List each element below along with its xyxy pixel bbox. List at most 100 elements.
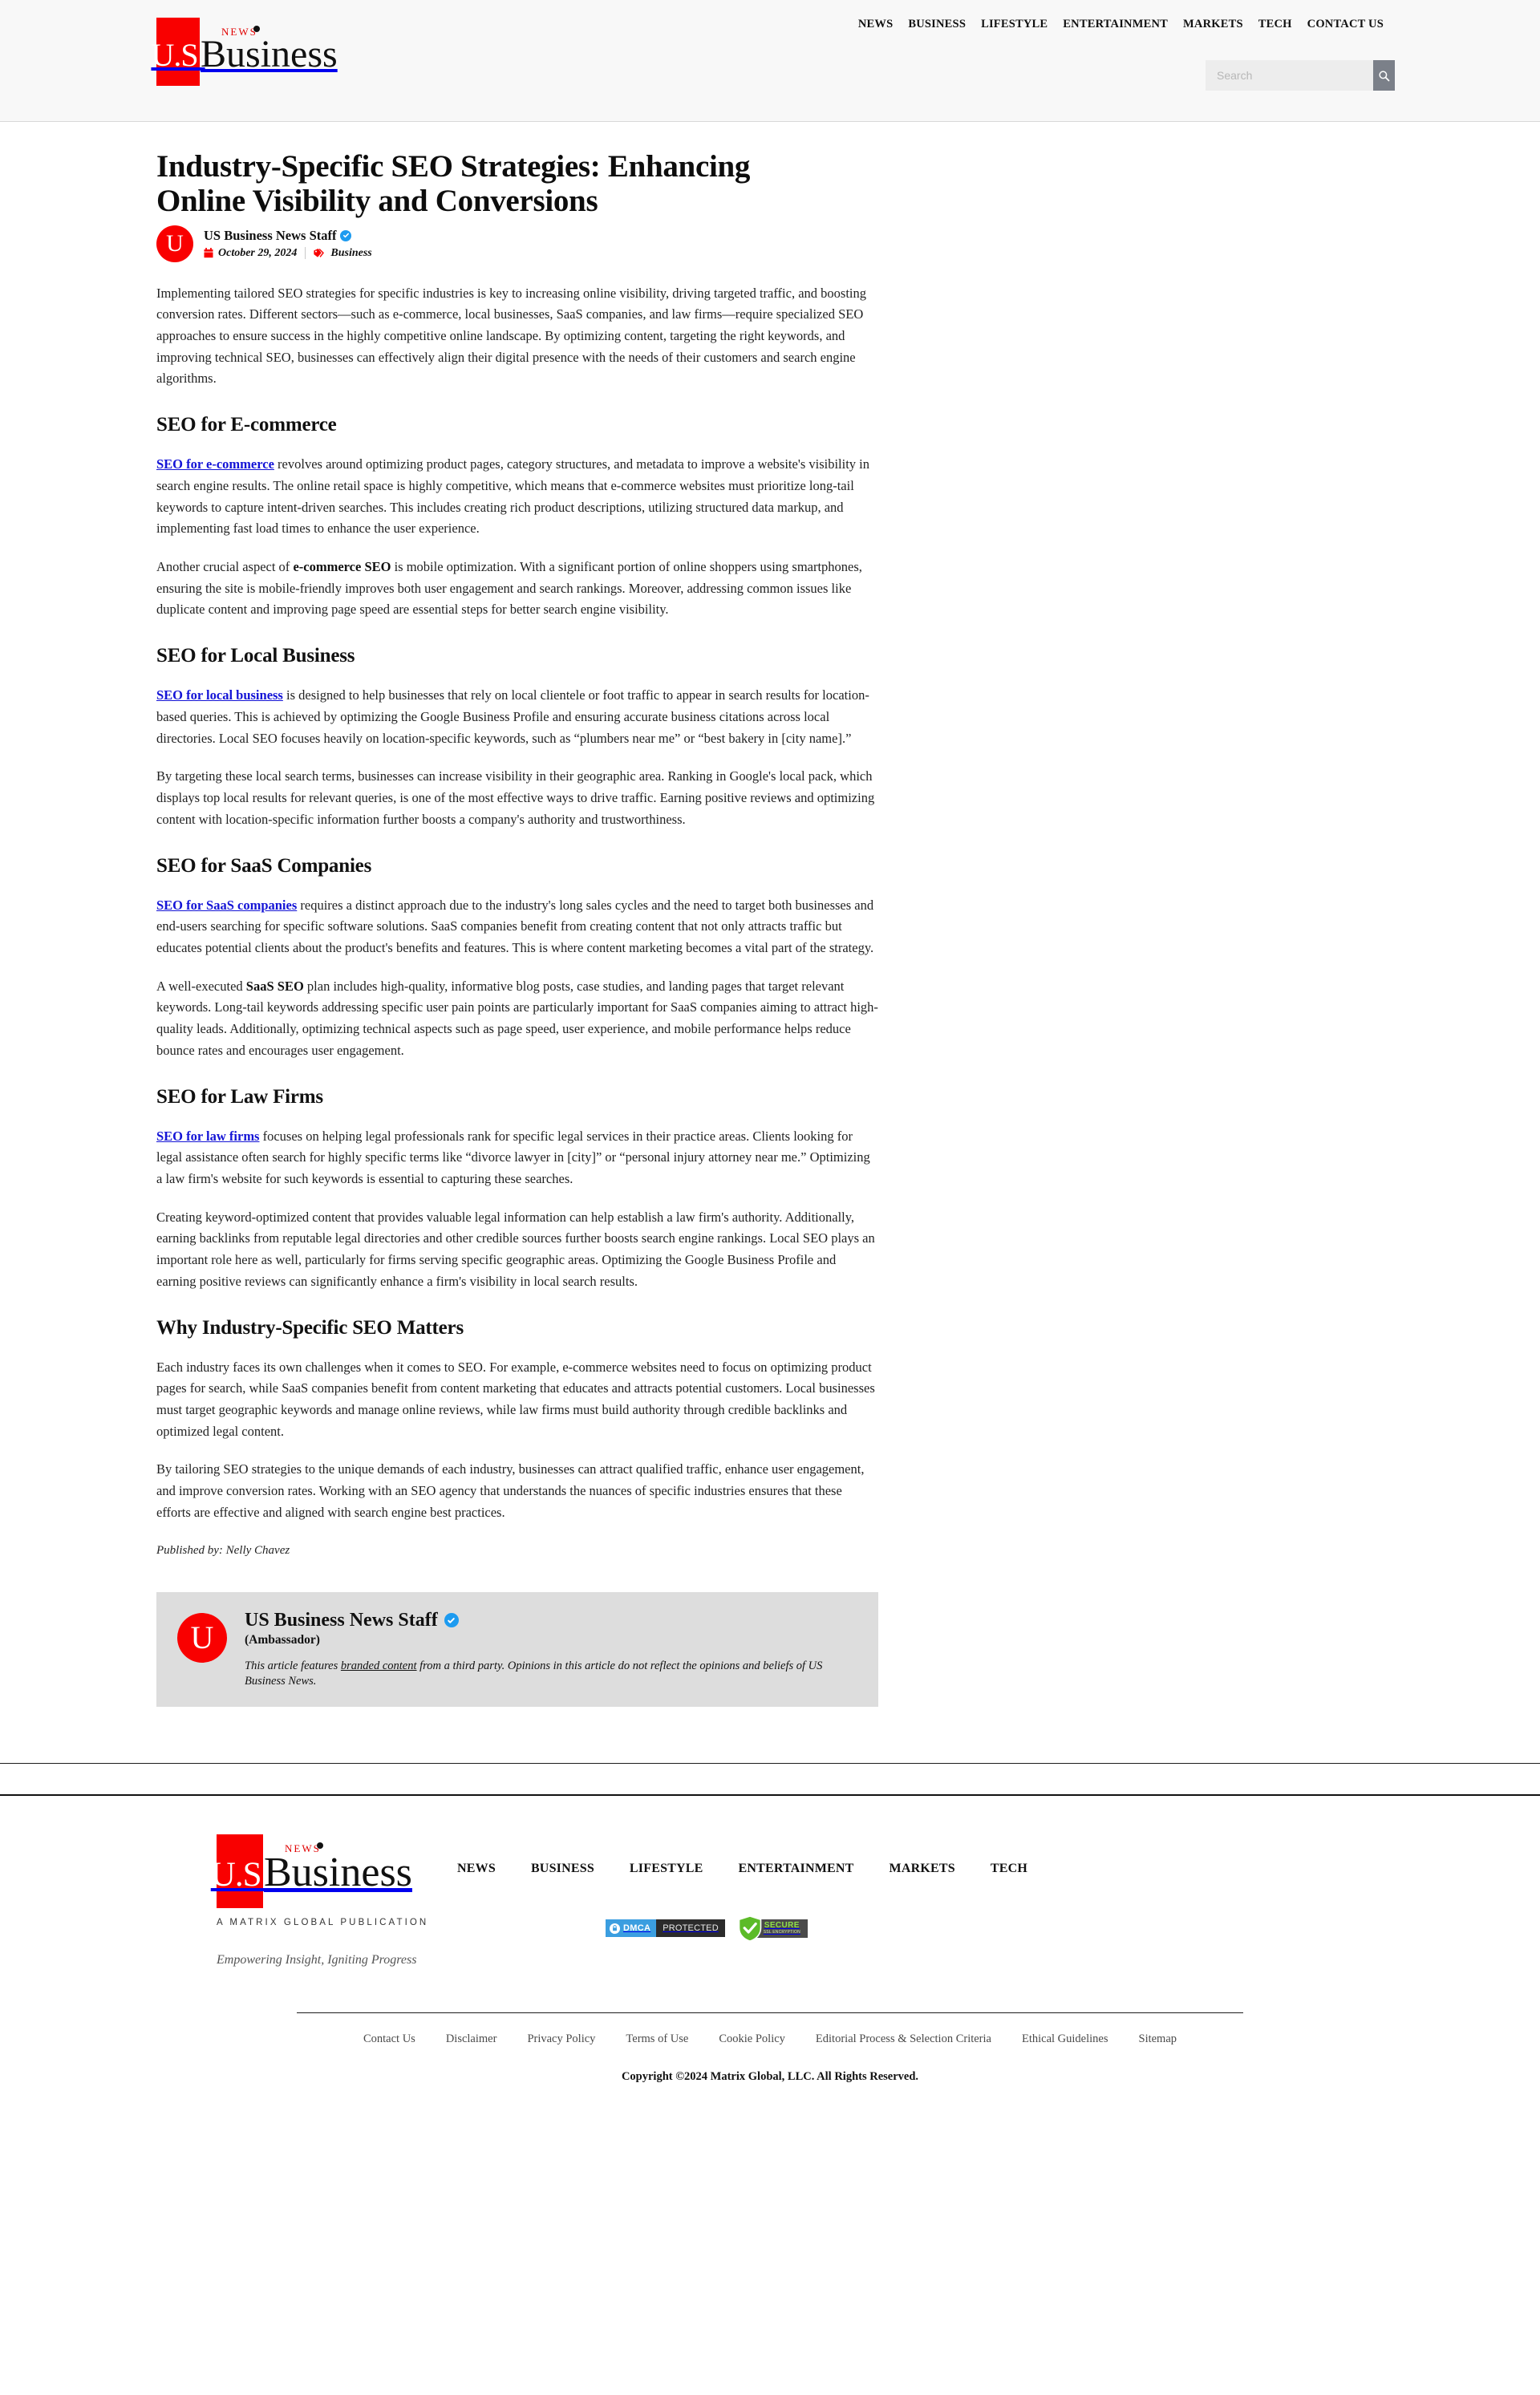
footer-nav-item-tech[interactable]: TECH (991, 1862, 1027, 1876)
footer-navigation[interactable]: NEWS BUSINESS LIFESTYLE ENTERTAINMENT MA… (457, 1862, 1388, 1876)
inline-link-seo-local-business[interactable]: SEO for local business (156, 687, 283, 703)
article: Industry-Specific SEO Strategies: Enhanc… (156, 149, 878, 1708)
section-heading-law-firms: SEO for Law Firms (156, 1085, 323, 1108)
footer-utility-links[interactable]: Contact Us Disclaimer Privacy Policy Ter… (152, 2032, 1388, 2046)
article-title: Industry-Specific SEO Strategies: Enhanc… (156, 149, 751, 219)
shield-check-icon (738, 1915, 762, 1942)
category-label: Business (330, 246, 372, 259)
logo-business-text: Business (201, 33, 338, 75)
section-paragraph: Each industry faces its own challenges w… (156, 1359, 875, 1439)
footer-link-editorial-process[interactable]: Editorial Process & Selection Criteria (816, 2032, 991, 2046)
section-heading-ecommerce: SEO for E-commerce (156, 414, 337, 436)
footer-link-sitemap[interactable]: Sitemap (1139, 2032, 1177, 2046)
author-box-name-row: US Business News Staff (245, 1610, 857, 1631)
dmca-badge-left: DMCA (606, 1919, 657, 1938)
nav-item-lifestyle[interactable]: LIFESTYLE (981, 18, 1048, 31)
section-paragraph: Creating keyword-optimized content that … (156, 1209, 875, 1289)
footer-link-contact-us[interactable]: Contact Us (363, 2032, 415, 2046)
verified-badge-icon (340, 229, 352, 241)
inline-link-seo-ecommerce[interactable]: SEO for e-commerce (156, 456, 274, 472)
nav-item-business[interactable]: BUSINESS (908, 18, 966, 31)
footer-link-privacy-policy[interactable]: Privacy Policy (527, 2032, 595, 2046)
bold-term: SaaS SEO (245, 978, 304, 994)
footer-logo-wordmark: NEWS Business (264, 1834, 412, 1894)
bold-term: e-commerce SEO (293, 559, 391, 575)
inline-link-seo-law-firms[interactable]: SEO for law firms (156, 1129, 259, 1144)
dmca-label: DMCA (623, 1923, 651, 1934)
category-item[interactable]: Business (314, 246, 372, 260)
dmca-badge-right: PROTECTED (656, 1919, 725, 1938)
search-form[interactable] (1206, 60, 1395, 91)
footer-link-cookie-policy[interactable]: Cookie Policy (719, 2032, 785, 2046)
nav-item-contact-us[interactable]: CONTACT US (1307, 18, 1384, 31)
inline-link-seo-saas[interactable]: SEO for SaaS companies (156, 898, 297, 913)
footer-link-terms-of-use[interactable]: Terms of Use (626, 2032, 688, 2046)
footer-nav-item-lifestyle[interactable]: LIFESTYLE (630, 1862, 703, 1876)
author-name: US Business News Staff (204, 227, 337, 243)
section-paragraph: SEO for law firms focuses on helping leg… (156, 1126, 878, 1190)
footer-nav-item-entertainment[interactable]: ENTERTAINMENT (739, 1862, 854, 1876)
article-intro: Implementing tailored SEO strategies for… (156, 285, 866, 387)
disclaimer-text: This article features (245, 1659, 341, 1672)
author-box-name: US Business News Staff (245, 1609, 438, 1631)
footer-link-ethical-guidelines[interactable]: Ethical Guidelines (1022, 2032, 1108, 2046)
section-paragraph: A well-executed SaaS SEO plan includes h… (156, 976, 878, 1062)
author-box-role: (Ambassador) (245, 1632, 320, 1647)
section-heading-saas: SEO for SaaS Companies (156, 854, 372, 877)
publish-date: October 29, 2024 (218, 246, 298, 259)
ssl-encryption-label: SSL ENCRYPTION (763, 1930, 800, 1935)
footer-brand-column: U.S. NEWS Business A MATRIX GLOBAL PUBLI… (152, 1834, 457, 1967)
footer-logo-us-text: U.S. (210, 1855, 270, 1894)
page-body: Industry-Specific SEO Strategies: Enhanc… (152, 122, 1388, 1708)
search-submit-button[interactable] (1373, 60, 1395, 91)
author-name-row: US Business News Staff (204, 228, 372, 244)
paragraph-text: focuses on helping legal professionals r… (156, 1128, 870, 1186)
nav-item-entertainment[interactable]: ENTERTAINMENT (1063, 18, 1168, 31)
footer-links-divider (297, 2012, 1243, 2014)
article-byline: U US Business News Staff October 29, 202… (156, 225, 878, 262)
paragraph-text: Another crucial aspect of (156, 559, 294, 575)
primary-navigation[interactable]: NEWS BUSINESS LIFESTYLE ENTERTAINMENT MA… (858, 18, 1384, 31)
tag-icon (314, 249, 325, 257)
section-paragraph: By targeting these local search terms, b… (156, 768, 875, 827)
article-meta: October 29, 2024 Business (204, 247, 372, 260)
lock-icon (610, 1923, 620, 1934)
footer-nav-column: NEWS BUSINESS LIFESTYLE ENTERTAINMENT MA… (457, 1834, 1388, 1942)
ssl-secure-label: SECURE (764, 1921, 800, 1931)
section-heading-local-business: SEO for Local Business (156, 645, 355, 667)
footer-logo-dot-icon (317, 1842, 323, 1850)
ssl-secure-badge[interactable]: SECURE SSL ENCRYPTION (738, 1915, 808, 1942)
section-paragraph: By tailoring SEO strategies to the uniqu… (156, 1461, 865, 1520)
author-box-avatar: U (177, 1612, 227, 1663)
author-avatar: U (156, 225, 193, 262)
logo-dot-icon (253, 26, 260, 32)
section-heading-why-matters: Why Industry-Specific SEO Matters (156, 1316, 464, 1339)
section-paragraph: SEO for e-commerce revolves around optim… (156, 454, 878, 540)
footer-logo[interactable]: U.S. NEWS Business (211, 1834, 457, 1909)
publish-date-item: October 29, 2024 (204, 247, 297, 260)
footer-nav-item-markets[interactable]: MARKETS (890, 1862, 955, 1876)
dmca-protected-badge[interactable]: DMCA PROTECTED (606, 1919, 725, 1938)
verified-badge-icon (444, 1613, 459, 1628)
site-logo[interactable]: U.S. NEWS Business (151, 18, 338, 86)
ssl-badge-body: SECURE SSL ENCRYPTION (756, 1919, 808, 1938)
section-paragraph: Another crucial aspect of e-commerce SEO… (156, 557, 878, 621)
nav-item-markets[interactable]: MARKETS (1183, 18, 1243, 31)
site-header: U.S. NEWS Business NEWS BUSINESS LIFESTY… (0, 0, 1540, 122)
branded-content-link[interactable]: branded content (341, 1659, 417, 1672)
footer-trust-badges: DMCA PROTECTED SECURE SSL ENCRYPTION (457, 1915, 1388, 1942)
nav-item-tech[interactable]: TECH (1258, 18, 1292, 31)
footer-nav-item-business[interactable]: BUSINESS (531, 1862, 594, 1876)
logo-wordmark: NEWS Business (201, 18, 338, 74)
footer-divider-top (0, 1763, 1540, 1765)
logo-us-text: U.S. (151, 36, 205, 73)
footer-logo-business-text: Business (264, 1850, 412, 1896)
search-icon (1379, 70, 1390, 81)
footer-logo-red-box: U.S. (211, 1834, 270, 1909)
search-input[interactable] (1206, 60, 1373, 91)
footer-link-disclaimer[interactable]: Disclaimer (446, 2032, 497, 2046)
paragraph-text: A well-executed (156, 978, 246, 994)
footer-nav-item-news[interactable]: NEWS (457, 1862, 496, 1876)
nav-item-news[interactable]: NEWS (858, 18, 894, 31)
logo-red-box: U.S. (151, 18, 206, 86)
